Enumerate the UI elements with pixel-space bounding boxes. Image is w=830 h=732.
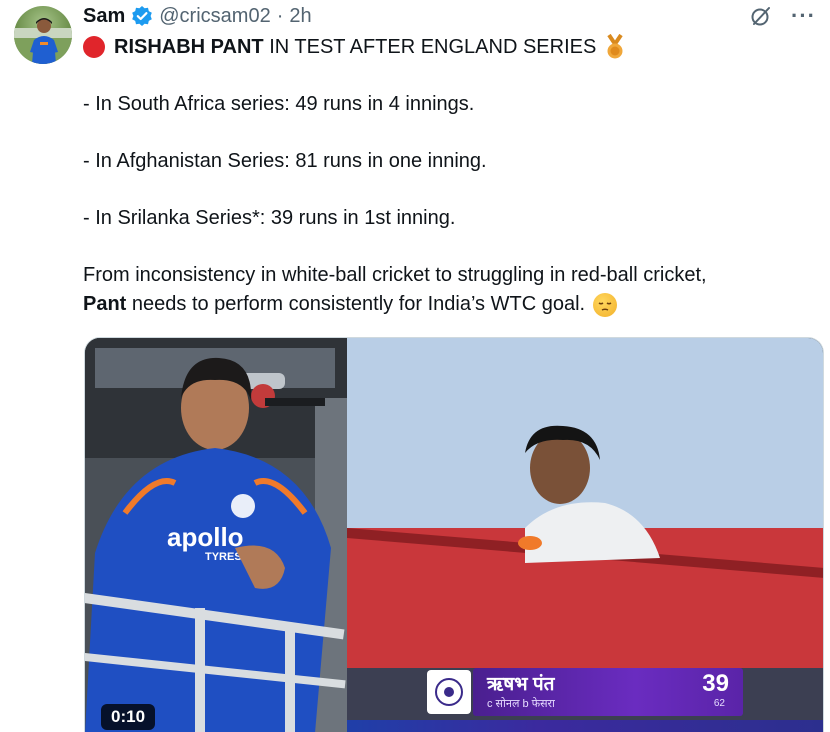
video-duration: 0:10	[101, 704, 156, 730]
broadcast-ticker	[347, 720, 823, 732]
more-options-icon[interactable]: ···	[791, 5, 816, 27]
stat-line-srilanka: - In Srilanka Series*: 39 runs in 1st in…	[83, 207, 456, 229]
scorecard-overlay: ऋषभ पंत c सोनल b फेसरा 39 62	[427, 668, 743, 716]
headline-line: RISHABH PANT IN TEST AFTER ENGLAND SERIE…	[83, 32, 813, 62]
paragraph-line-2: Pant needs to perform consistently for I…	[83, 290, 813, 319]
pensive-face-icon	[593, 292, 618, 317]
scorecard-balls: 62	[713, 698, 725, 709]
red-circle-icon	[83, 36, 105, 58]
author-handle[interactable]: @cricsam02	[159, 2, 270, 30]
headline-rest: IN TEST AFTER ENGLAND SERIES	[263, 35, 597, 58]
scorecard-dismissal: c सोनल b फेसरा	[487, 698, 555, 710]
verified-badge-icon	[131, 5, 153, 27]
headline-bold: RISHABH PANT	[114, 35, 264, 58]
scorecard-player: ऋषभ पंत	[487, 674, 555, 695]
tweet-header: Sam @cricsam02 · 2h	[83, 2, 312, 30]
paragraph-bold: Pant	[83, 293, 127, 315]
paragraph-rest: needs to perform consistently for India’…	[126, 293, 586, 315]
post-time[interactable]: 2h	[289, 2, 311, 30]
stat-line-south-africa: - In South Africa series: 49 runs in 4 i…	[83, 93, 475, 115]
stat-line-afghanistan: - In Afghanistan Series: 81 runs in one …	[83, 150, 487, 172]
top-actions: ···	[749, 4, 816, 28]
avatar[interactable]	[14, 6, 72, 64]
scorecard-runs: 39	[702, 670, 729, 697]
bcci-logo-icon	[427, 670, 471, 714]
svg-text:apollo: apollo	[167, 522, 244, 552]
header-separator: ·	[276, 5, 284, 27]
medal-icon	[604, 33, 626, 60]
tweet-card: Sam @cricsam02 · 2h ··· RISHABH PANT IN …	[0, 0, 830, 732]
grok-icon[interactable]	[749, 4, 773, 28]
author-name[interactable]: Sam	[83, 2, 125, 30]
video-player[interactable]: apollo TYRES ऋषभ पंत c सोनल b फेसरा 39 6…	[84, 337, 824, 732]
tweet-text: RISHABH PANT IN TEST AFTER ENGLAND SERIE…	[83, 32, 813, 319]
paragraph-line-1: From inconsistency in white-ball cricket…	[83, 264, 707, 286]
svg-text:TYRES: TYRES	[205, 551, 242, 563]
